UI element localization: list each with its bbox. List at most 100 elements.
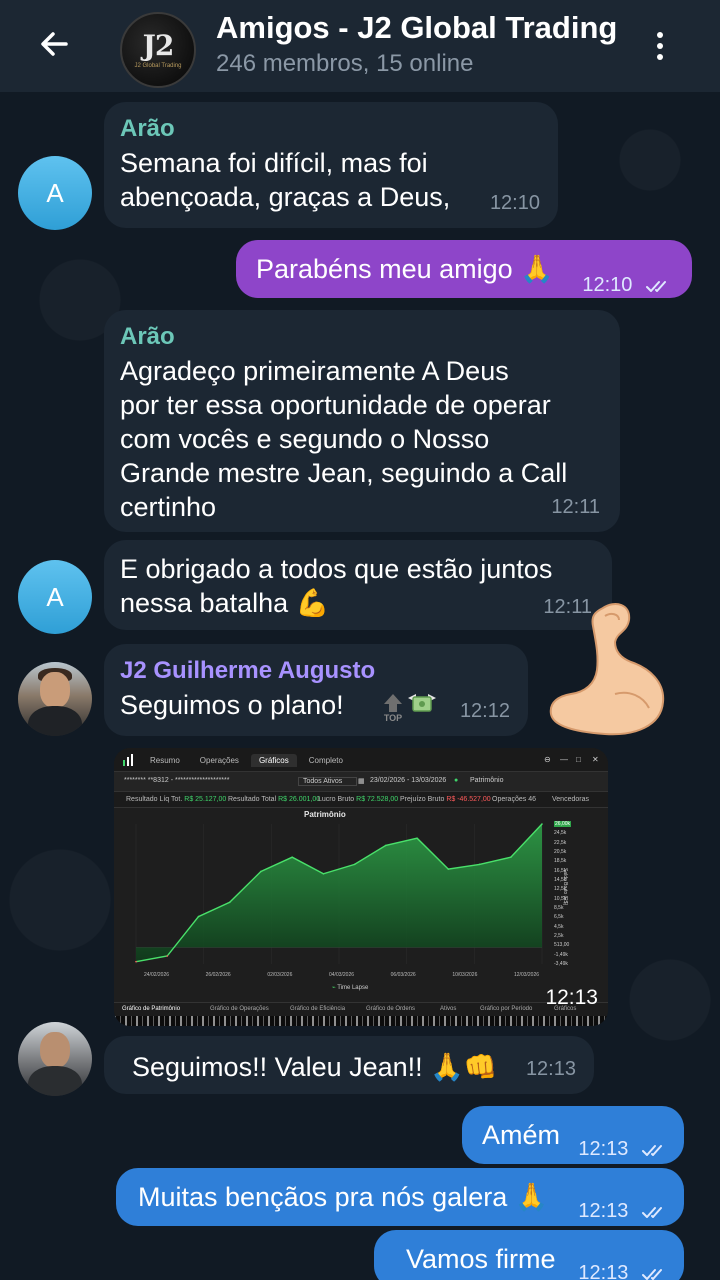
media-time: 12:13 (545, 986, 598, 1009)
y-axis-label: Saldo Bruto (R$) (562, 868, 568, 906)
close-icon: ✕ (592, 755, 599, 764)
stat-value: 46 (528, 796, 536, 803)
x-tick-label: 24/02/2026 (144, 972, 170, 978)
stat-label: Resultado Líq Tot. (126, 796, 183, 803)
stat-label: Operações (492, 796, 527, 803)
message-time: 12:13 (525, 1058, 576, 1080)
avatar-body (28, 706, 82, 736)
stat-item: Vencedoras (552, 796, 589, 803)
y-tick-label: 20,5k (554, 849, 567, 855)
date-range: 23/02/2026 - 13/03/2026 (370, 777, 447, 784)
screenshot-stats: Resultado Líq Tot. R$ 25.127,00 Resultad… (114, 792, 608, 808)
group-logo: J2 (142, 28, 175, 62)
message-bubble[interactable]: Seguimos!! Valeu Jean!! 🙏👊 12:13 (104, 1036, 594, 1094)
sender-name[interactable]: J2 Guilherme Augusto (120, 656, 512, 686)
message-text: Agradeço primeiramente A Deus por ter es… (120, 356, 568, 522)
asset-filter: Todos Ativos (298, 777, 358, 786)
message-text: Seguimos o plano! (120, 690, 344, 720)
sender-avatar[interactable]: A (18, 156, 92, 230)
double-check-icon (646, 280, 666, 292)
window-titlebar: Resumo Operações Gráficos Completo ⊖ — □… (114, 748, 608, 772)
group-avatar[interactable]: J2 J2 Global Trading (120, 12, 196, 88)
more-menu-button[interactable] (640, 24, 680, 68)
message-bubble-outgoing[interactable]: Muitas bençãos pra nós galera 🙏 12:13 (116, 1168, 684, 1226)
y-tick-label: 2,5k (554, 933, 564, 939)
sender-name[interactable]: Arão (120, 322, 604, 352)
sender-avatar-photo[interactable] (18, 662, 92, 736)
chat-title[interactable]: Amigos - J2 Global Trading (216, 10, 617, 46)
double-check-icon (642, 1268, 662, 1280)
bottom-tab: Gráfico de Eficiência (290, 1006, 346, 1012)
bottom-tab: Gráfico por Período (480, 1006, 533, 1012)
message-bubble[interactable]: Arão Semana foi difícil, mas foi abençoa… (104, 102, 558, 228)
arrow-left-icon (41, 32, 68, 56)
taskbar-strip (114, 1016, 608, 1026)
stat-item: Operações 46 (492, 796, 536, 803)
chart-app-icon (123, 754, 133, 766)
message-time: 12:11 (551, 496, 600, 518)
trading-screenshot-image[interactable]: Resumo Operações Gráficos Completo ⊖ — □… (114, 748, 608, 1026)
data-point (135, 960, 137, 963)
stat-value: R$ -46.527,00 (446, 796, 491, 803)
message-text: Seguimos!! Valeu Jean!! 🙏👊 (132, 1052, 498, 1082)
y-tick-label: 6,5k (554, 914, 564, 921)
stat-item: Resultado Líq Tot. R$ 25.127,00 (126, 796, 226, 803)
y-tick-label: -3,49k (554, 961, 568, 967)
stat-item: Resultado Total R$ 26.001,00 (228, 796, 320, 803)
data-point (509, 856, 512, 859)
chat-screen: J2 J2 Global Trading Amigos - J2 Global … (0, 0, 720, 1280)
bottom-tab: Gráfico de Patrimônio (122, 1006, 181, 1012)
stat-label: Resultado Total (228, 796, 277, 803)
message-bubble[interactable]: Arão Agradeço primeiramente A Deus por t… (104, 310, 620, 532)
data-point (353, 863, 356, 866)
data-point (541, 823, 543, 825)
sender-avatar[interactable]: A (18, 560, 92, 634)
message-text: Semana foi difícil, mas foi abençoada, g… (120, 148, 451, 212)
y-tick-label: 4,5k (554, 923, 564, 930)
y-tick-label: 26,00k (554, 821, 572, 827)
metric-selector: Patrimônio (470, 777, 504, 784)
y-tick-label: -1,49k (554, 951, 568, 958)
account-selector: ******** **8312 - ******************** (124, 777, 230, 784)
metric-icon: ● (454, 777, 459, 784)
chart-legend: ⌁ Time Lapse (332, 984, 368, 991)
double-check-icon (642, 1144, 662, 1156)
message-bubble-outgoing[interactable]: Vamos firme 12:13 (374, 1230, 684, 1280)
tab-operacoes: Operações (199, 756, 239, 765)
tab-resumo: Resumo (150, 756, 180, 765)
data-point (228, 901, 231, 904)
data-point (416, 837, 418, 840)
message-bubble[interactable]: E obrigado a todos que estão juntos ness… (104, 540, 612, 630)
double-check-icon (642, 1206, 662, 1218)
flexed-biceps-sticker[interactable] (545, 598, 669, 740)
message-bubble[interactable]: J2 Guilherme Augusto Seguimos o plano! 1… (104, 644, 528, 736)
stat-label: Prejuízo Bruto (400, 796, 445, 803)
data-point (260, 870, 262, 873)
tab-graficos: Gráficos (250, 754, 297, 767)
y-tick-label: 8,5k (554, 905, 564, 911)
x-tick-label: 26/02/2026 (205, 972, 231, 978)
data-point (385, 844, 387, 847)
stat-label: Lucro Bruto (318, 796, 355, 803)
sender-name[interactable]: Arão (120, 114, 542, 144)
avatar-face (40, 672, 70, 708)
data-point (322, 873, 325, 875)
stat-item: Prejuízo Bruto R$ -46.527,00 (400, 796, 491, 803)
dot-icon (657, 32, 663, 38)
calendar-icon: ▦ (358, 778, 365, 785)
message-bubble-outgoing[interactable]: Amém 12:13 (462, 1106, 684, 1164)
message-time-wrap: 12:13 (578, 1132, 670, 1166)
message-bubble-outgoing[interactable]: Parabéns meu amigo 🙏 12:10 (236, 240, 692, 298)
bottom-tab: Gráfico de Ordens (366, 1006, 416, 1012)
top-label: TOP (384, 713, 402, 722)
y-tick-label: 24,5k (554, 830, 567, 837)
data-point (197, 915, 200, 918)
back-button[interactable] (22, 20, 86, 68)
sender-avatar-photo[interactable] (18, 1022, 92, 1096)
data-point (478, 863, 481, 866)
legend-line-icon: ⌁ (332, 985, 336, 991)
x-tick-label: 06/03/2026 (390, 972, 416, 978)
chart-bottom-tabs: Gráfico de Patrimônio Gráfico de Operaçõ… (114, 1002, 608, 1016)
x-tick-label: 12/03/2026 (514, 972, 540, 978)
message-time: 12:10 (489, 192, 540, 214)
